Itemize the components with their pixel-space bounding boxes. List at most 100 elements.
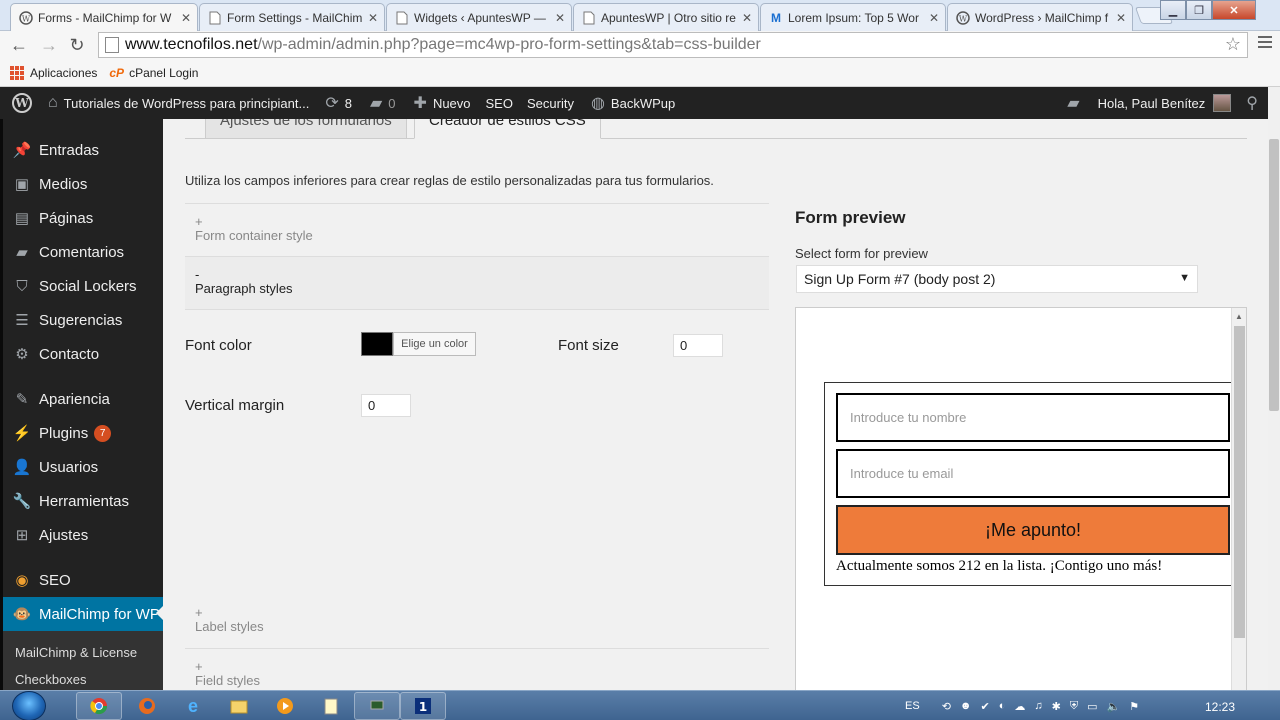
browser-tab-apunteswp[interactable]: ApuntesWP | Otro sitio re ✕ <box>573 3 759 31</box>
restore-icon[interactable]: ❐ <box>1186 0 1212 20</box>
page-info-icon[interactable] <box>105 37 119 53</box>
new-content-menu[interactable]: ✚ Nuevo <box>414 93 471 113</box>
submenu-item-checkboxes[interactable]: Checkboxes <box>15 672 87 687</box>
sidebar-item-plugins[interactable]: ⚡ Plugins 7 <box>3 416 163 450</box>
scrollbar-thumb[interactable] <box>1234 326 1245 638</box>
sidebar-item-seo[interactable]: ◉ SEO <box>3 563 163 597</box>
sidebar-item-sugerencias[interactable]: ☰ Sugerencias <box>3 303 163 337</box>
bookmark-cpanel[interactable]: cP cPanel Login <box>109 66 198 80</box>
notification-icon[interactable]: ▰ <box>1067 93 1079 113</box>
collapse-toggle-icon: - <box>195 267 200 282</box>
media-player-taskbar-icon[interactable] <box>262 692 308 720</box>
tray-sync-icon[interactable]: ⟲ <box>942 700 951 713</box>
tab-close-icon[interactable]: ✕ <box>1116 11 1126 25</box>
section-label-styles[interactable]: + Label styles <box>185 595 769 648</box>
comments-count: 0 <box>388 95 396 111</box>
form-preview-select[interactable]: Sign Up Form #7 (body post 2) ▼ <box>796 265 1198 293</box>
sidebar-item-usuarios[interactable]: 👤 Usuarios <box>3 450 163 484</box>
tray-flag-icon[interactable]: ⚑ <box>1129 700 1139 713</box>
forward-arrow-icon[interactable]: → <box>38 35 60 55</box>
sidebar-item-ajustes[interactable]: ⊞ Ajustes <box>3 518 163 552</box>
browser-tab-widgets[interactable]: Widgets ‹ ApuntesWP — ✕ <box>386 3 572 31</box>
internet-explorer-taskbar-icon[interactable]: e <box>170 692 216 720</box>
browser-tab-lorem-ipsum[interactable]: M Lorem Ipsum: Top 5 Wor ✕ <box>760 3 946 31</box>
tray-shield-icon[interactable]: ⛨ <box>1070 700 1078 713</box>
browser-tab-forms[interactable]: W Forms - MailChimp for W ✕ <box>10 3 198 31</box>
user-greeting[interactable]: Hola, Paul Benítez <box>1098 96 1206 111</box>
section-field-styles[interactable]: + Field styles <box>185 648 769 690</box>
reload-icon[interactable]: ↻ <box>66 35 88 55</box>
updates-menu[interactable]: ⟳ 8 <box>325 93 352 113</box>
sidebar-item-apariencia[interactable]: ✎ Apariencia <box>3 382 163 416</box>
email-field[interactable] <box>836 449 1230 498</box>
scroll-up-icon[interactable]: ▲ <box>1235 312 1243 321</box>
minimize-icon[interactable]: ▁ <box>1160 0 1186 20</box>
browser-tab-form-settings[interactable]: Form Settings - MailChim ✕ <box>199 3 385 31</box>
window-close-icon[interactable]: ✕ <box>1212 0 1256 20</box>
section-title: Form container style <box>195 228 313 243</box>
site-name-menu[interactable]: ⌂ Tutoriales de WordPress para principia… <box>48 94 309 112</box>
backwpup-menu[interactable]: ◍ BackWPup <box>591 93 675 113</box>
section-paragraph-styles[interactable]: - Paragraph styles <box>185 256 769 310</box>
language-indicator[interactable]: ES <box>905 700 920 712</box>
sidebar-item-medios[interactable]: ▣ Medios <box>3 167 163 201</box>
tray-volume-icon[interactable]: 🔈 <box>1106 700 1120 713</box>
color-swatch[interactable] <box>361 332 393 356</box>
security-label: Security <box>526 95 574 111</box>
notepad-taskbar-icon[interactable] <box>308 692 354 720</box>
vertical-margin-input[interactable] <box>361 394 411 417</box>
start-button[interactable] <box>12 691 46 720</box>
browser-tab-wordpress-plugin[interactable]: W WordPress › MailChimp f ✕ <box>947 3 1133 31</box>
tab-form-settings[interactable]: Ajustes de los formularios <box>205 119 407 139</box>
firefox-taskbar-icon[interactable] <box>124 692 170 720</box>
network-taskbar-icon[interactable] <box>354 692 400 720</box>
font-size-input[interactable] <box>673 334 723 357</box>
tray-headset-icon[interactable]: ♫ <box>1034 700 1042 712</box>
name-field[interactable] <box>836 393 1230 442</box>
submenu-item-license[interactable]: MailChimp & License <box>15 645 137 660</box>
tab-close-icon[interactable]: ✕ <box>742 11 752 25</box>
sidebar-item-contacto[interactable]: ⚙ Contacto <box>3 337 163 371</box>
avatar[interactable] <box>1213 94 1232 112</box>
sidebar-item-entradas[interactable]: 📌 Entradas <box>3 133 163 167</box>
tab-css-builder[interactable]: Creador de estilos CSS <box>414 119 601 139</box>
page-scrollbar-thumb[interactable] <box>1269 139 1279 411</box>
search-icon[interactable]: ⚲ <box>1246 93 1258 113</box>
security-menu[interactable]: Security <box>527 96 574 111</box>
form-preview-title: Form preview <box>795 208 906 227</box>
tray-app-icon[interactable]: ◐ <box>999 700 1006 712</box>
browser-menu-icon[interactable] <box>1258 36 1272 51</box>
address-bar[interactable]: www.tecnofilos.net /wp-admin/admin.php?p… <box>98 32 1248 58</box>
app-taskbar-icon[interactable]: 1 <box>400 692 446 720</box>
tab-close-icon[interactable]: ✕ <box>181 11 191 25</box>
explorer-folder-taskbar-icon[interactable] <box>216 692 262 720</box>
tray-messenger-icon[interactable]: ☻ <box>960 700 972 712</box>
tray-wrench-icon[interactable]: ✱ <box>1052 700 1061 713</box>
chrome-taskbar-icon[interactable] <box>76 692 122 720</box>
sidebar-item-mailchimp[interactable]: 🐵 MailChimp for WP <box>3 597 163 631</box>
tab-close-icon[interactable]: ✕ <box>368 11 378 25</box>
tab-close-icon[interactable]: ✕ <box>555 11 565 25</box>
sidebar-item-paginas[interactable]: ▤ Páginas <box>3 201 163 235</box>
tray-check-icon[interactable]: ✔ <box>980 700 989 713</box>
comments-menu[interactable]: ▰ 0 <box>370 93 396 113</box>
bookmark-star-icon[interactable]: ☆ <box>1225 34 1241 55</box>
preview-scrollbar[interactable]: ▲ ▼ <box>1231 308 1246 690</box>
bookmark-apps[interactable]: Aplicaciones <box>10 65 97 80</box>
choose-color-button[interactable]: Elige un color <box>393 332 476 356</box>
tab-close-icon[interactable]: ✕ <box>929 11 939 25</box>
clock[interactable]: 12:23 <box>1205 700 1235 714</box>
seo-menu[interactable]: SEO <box>486 96 513 111</box>
subscribe-button[interactable]: ¡Me apunto! <box>836 505 1230 555</box>
back-arrow-icon[interactable]: ← <box>8 35 30 55</box>
page-scrollbar[interactable] <box>1268 87 1280 690</box>
wp-logo-menu[interactable]: W <box>12 93 32 113</box>
sidebar-item-social-lockers[interactable]: ⛉ Social Lockers <box>3 269 163 303</box>
comments-icon: ▰ <box>16 244 28 261</box>
sidebar-item-comentarios[interactable]: ▰ Comentarios <box>3 235 163 269</box>
tray-network-icon[interactable]: ▭ <box>1087 700 1097 713</box>
section-form-container[interactable]: + Form container style <box>185 203 769 257</box>
sidebar-item-herramientas[interactable]: 🔧 Herramientas <box>3 484 163 518</box>
tray-cloud-icon[interactable]: ☁ <box>1014 700 1025 713</box>
subscribers-text: Actualmente somos 212 en la lista. ¡Cont… <box>836 558 1163 574</box>
